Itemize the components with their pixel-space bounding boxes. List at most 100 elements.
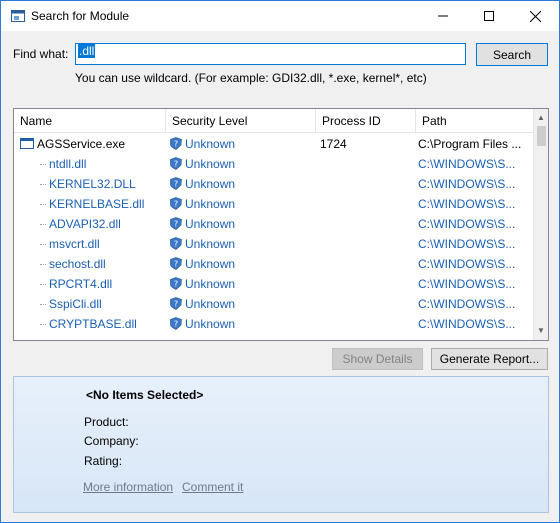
search-button[interactable]: Search: [476, 43, 548, 66]
row-security: Unknown: [185, 297, 236, 311]
shield-icon: ?: [170, 237, 182, 250]
column-header-process-id[interactable]: Process ID: [316, 109, 416, 133]
row-pid: [320, 194, 416, 214]
list-item[interactable]: AGSService.exe ? Unknown 1724 C:\Program …: [14, 134, 533, 154]
row-name: msvcrt.dll: [49, 237, 100, 251]
scroll-up-icon[interactable]: ▲: [537, 113, 545, 122]
shield-icon: ?: [170, 217, 182, 230]
row-name: AGSService.exe: [37, 137, 126, 151]
row-security-cell: ? Unknown: [170, 294, 316, 314]
column-header-path[interactable]: Path: [416, 109, 533, 133]
shield-icon: ?: [170, 297, 182, 310]
vertical-scrollbar[interactable]: ▲ ▼: [533, 109, 548, 340]
row-pid: 1724: [320, 137, 347, 151]
svg-text:?: ?: [174, 260, 178, 269]
details-panel: <No Items Selected> Product: Company: Ra…: [13, 376, 549, 513]
maximize-icon: [484, 11, 494, 21]
product-label: Product:: [84, 415, 129, 429]
details-title: <No Items Selected>: [86, 388, 204, 402]
row-name: SspiCli.dll: [49, 297, 102, 311]
list-item[interactable]: KERNELBASE.dll ? Unknown C:\WINDOWS\S...: [14, 194, 533, 214]
minimize-icon: [438, 15, 448, 17]
find-what-label: Find what:: [13, 47, 69, 61]
row-path: C:\WINDOWS\S...: [418, 277, 516, 291]
column-header-security-level[interactable]: Security Level: [166, 109, 316, 133]
find-what-value: .dll: [78, 44, 96, 58]
wildcard-hint: You can use wildcard. (For example: GDI3…: [75, 71, 427, 85]
svg-text:?: ?: [174, 240, 178, 249]
row-security-cell: ? Unknown: [170, 234, 316, 254]
scroll-thumb[interactable]: [537, 126, 546, 146]
list-item[interactable]: ADVAPI32.dll ? Unknown C:\WINDOWS\S...: [14, 214, 533, 234]
row-pid: [320, 174, 416, 194]
row-name: CRYPTBASE.dll: [49, 317, 137, 331]
generate-report-button[interactable]: Generate Report...: [431, 348, 548, 370]
svg-text:?: ?: [174, 200, 178, 209]
maximize-button[interactable]: [469, 1, 509, 31]
row-pid: [320, 274, 416, 294]
row-name: RPCRT4.dll: [49, 277, 113, 291]
title-bar[interactable]: Search for Module: [1, 1, 559, 31]
minimize-button[interactable]: [423, 1, 463, 31]
list-item[interactable]: ntdll.dll ? Unknown C:\WINDOWS\S...: [14, 154, 533, 174]
row-name-cell: sechost.dll: [20, 254, 166, 274]
close-icon: [529, 10, 541, 22]
list-item[interactable]: sechost.dll ? Unknown C:\WINDOWS\S...: [14, 254, 533, 274]
list-header: Name Security Level Process ID Path: [14, 109, 533, 133]
row-security-cell: ? Unknown: [170, 254, 316, 274]
row-security: Unknown: [185, 197, 236, 211]
shield-icon: ?: [170, 137, 182, 150]
show-details-button[interactable]: Show Details: [332, 348, 423, 370]
row-security-cell: ? Unknown: [170, 194, 316, 214]
module-list[interactable]: Name Security Level Process ID Path AGSS…: [13, 108, 549, 341]
row-security: Unknown: [185, 157, 236, 171]
row-name-cell: KERNELBASE.dll: [20, 194, 166, 214]
row-path: C:\WINDOWS\S...: [418, 197, 516, 211]
column-header-name[interactable]: Name: [14, 109, 166, 133]
row-path: C:\WINDOWS\S...: [418, 237, 516, 251]
row-pid: [320, 314, 416, 334]
comment-it-link[interactable]: Comment it: [182, 480, 243, 494]
window-title: Search for Module: [31, 9, 130, 23]
row-name-cell: AGSService.exe: [20, 134, 166, 154]
svg-text:?: ?: [174, 140, 178, 149]
more-information-link[interactable]: More information: [83, 480, 173, 494]
row-name: KERNELBASE.dll: [49, 197, 145, 211]
row-security: Unknown: [185, 177, 236, 191]
row-security-cell: ? Unknown: [170, 154, 316, 174]
shield-icon: ?: [170, 277, 182, 290]
list-item[interactable]: CRYPTBASE.dll ? Unknown C:\WINDOWS\S...: [14, 314, 533, 334]
row-path: C:\WINDOWS\S...: [418, 177, 516, 191]
row-security: Unknown: [185, 237, 236, 251]
row-security: Unknown: [185, 277, 236, 291]
row-security: Unknown: [185, 137, 236, 151]
row-pid: [320, 254, 416, 274]
list-item[interactable]: SspiCli.dll ? Unknown C:\WINDOWS\S...: [14, 294, 533, 314]
close-button[interactable]: [515, 1, 555, 31]
shield-icon: ?: [170, 257, 182, 270]
row-path: C:\Program Files ...: [418, 137, 522, 151]
list-item[interactable]: KERNEL32.DLL ? Unknown C:\WINDOWS\S...: [14, 174, 533, 194]
find-what-input[interactable]: .dll: [75, 43, 466, 65]
svg-text:?: ?: [174, 180, 178, 189]
tree-connector: [40, 264, 46, 266]
row-security: Unknown: [185, 317, 236, 331]
scroll-down-icon[interactable]: ▼: [537, 326, 545, 335]
shield-icon: ?: [170, 197, 182, 210]
row-name-cell: KERNEL32.DLL: [20, 174, 166, 194]
row-name-cell: RPCRT4.dll: [20, 274, 166, 294]
list-item[interactable]: msvcrt.dll ? Unknown C:\WINDOWS\S...: [14, 234, 533, 254]
row-security-cell: ? Unknown: [170, 314, 316, 334]
svg-text:?: ?: [174, 220, 178, 229]
row-security-cell: ? Unknown: [170, 134, 316, 154]
row-path: C:\WINDOWS\S...: [418, 157, 516, 171]
row-name: sechost.dll: [49, 257, 106, 271]
tree-connector: [40, 224, 46, 226]
row-pid: [320, 234, 416, 254]
tree-connector: [40, 204, 46, 206]
tree-connector: [40, 164, 46, 166]
row-security-cell: ? Unknown: [170, 174, 316, 194]
row-name-cell: CRYPTBASE.dll: [20, 314, 166, 334]
list-item[interactable]: RPCRT4.dll ? Unknown C:\WINDOWS\S...: [14, 274, 533, 294]
row-name-cell: SspiCli.dll: [20, 294, 166, 314]
